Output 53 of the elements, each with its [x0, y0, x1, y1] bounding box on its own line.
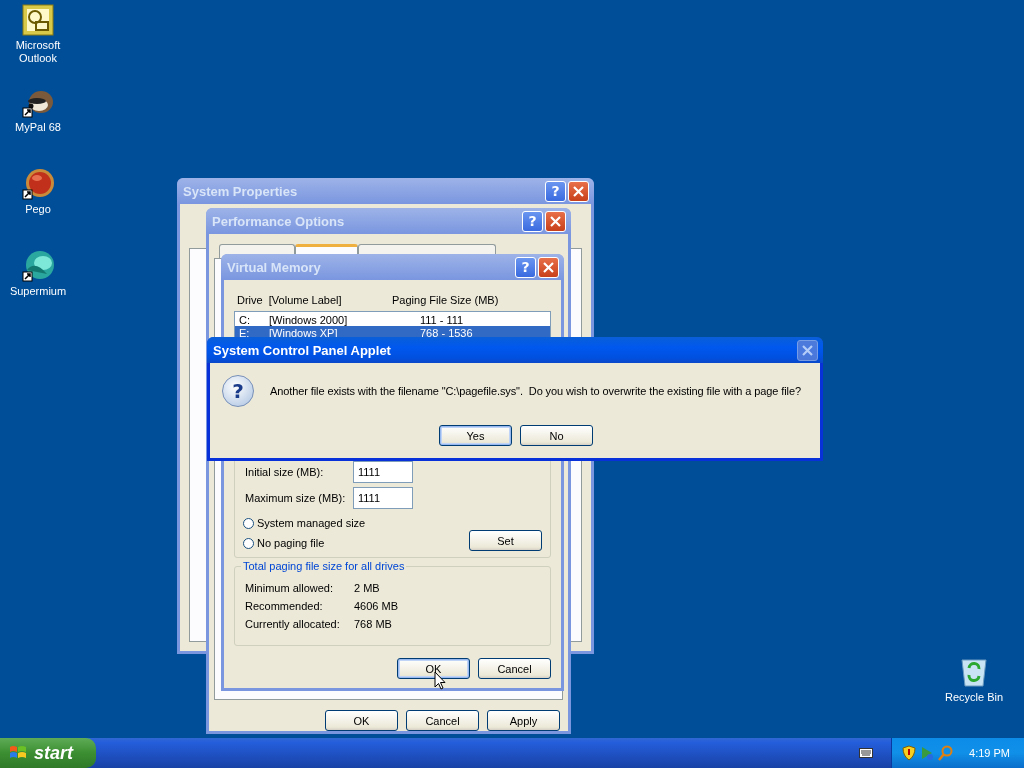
dialog-button[interactable]: OK [325, 710, 398, 731]
desktop-icon-label[interactable]: Recycle Bin [939, 691, 1009, 704]
dialog-button[interactable]: OK [397, 658, 470, 679]
info-label: Recommended: [245, 600, 324, 612]
info-value: 4606 MB [354, 600, 399, 612]
start-button[interactable]: start [0, 738, 96, 768]
desktop-icon-label[interactable]: MyPal 68 [3, 121, 73, 134]
column-header: Drive [Volume Label] [237, 294, 343, 306]
window-title: Virtual Memory [227, 259, 322, 275]
drive-row[interactable]: C: [Windows 2000] 111 - 111 [235, 313, 550, 326]
orb-icon[interactable] [21, 168, 55, 200]
desktop-icon-label[interactable]: Supermium [3, 285, 73, 298]
question-icon: ? [222, 375, 254, 407]
help-button[interactable]: ? [522, 210, 543, 232]
radio-label[interactable]: System managed size [257, 517, 366, 529]
clock: 4:19 PM [969, 747, 1010, 759]
info-label: Minimum allowed: [245, 582, 335, 594]
radio-button[interactable] [243, 517, 254, 529]
info-label: Currently allocated: [245, 618, 341, 630]
info-value: 768 MB [354, 618, 392, 630]
pointer-icon [434, 671, 446, 690]
radio-button[interactable] [243, 537, 254, 549]
radio-label[interactable]: No paging file [257, 537, 325, 549]
window-title: Performance Options [212, 213, 346, 229]
desktop-icon-label[interactable]: Microsoft Outlook [3, 39, 73, 65]
recycle-bin-icon[interactable] [958, 656, 990, 688]
field-label: Maximum size (MB): [245, 492, 347, 504]
close-icon [802, 344, 813, 356]
group-title: Total paging file size for all drives [241, 560, 407, 572]
keyboard-icon[interactable] [859, 748, 874, 758]
calendar-mail-icon[interactable] [22, 4, 54, 36]
help-button[interactable]: ? [545, 180, 566, 202]
field-label: Initial size (MB): [245, 466, 325, 478]
shield-icon[interactable] [902, 745, 917, 761]
dialog-button[interactable]: Apply [487, 710, 560, 731]
window-title: System Control Panel Applet [213, 342, 392, 358]
globe-icon[interactable] [21, 250, 55, 282]
window-title: System Properties [183, 183, 299, 199]
message-text: Another file exists with the filename "C:\pagefile.sys". Do you wish to overwrite the existing file with a page file? [270, 385, 801, 397]
input-field[interactable]: 1111 [353, 461, 413, 483]
info-value: 2 MB [354, 582, 380, 594]
close-icon [573, 185, 584, 197]
dialog-button[interactable]: Yes [439, 425, 512, 446]
set-button[interactable]: Set [469, 530, 542, 551]
help-button[interactable]: ? [515, 256, 536, 278]
desktop-icon-label[interactable]: Pego [3, 203, 73, 216]
column-header: Paging File Size (MB) [392, 294, 499, 306]
close-icon [543, 261, 554, 273]
dialog-button[interactable]: Cancel [478, 658, 551, 679]
close-icon [550, 215, 561, 227]
dialog-button[interactable]: No [520, 425, 593, 446]
dialog-button[interactable]: Cancel [406, 710, 479, 731]
input-field[interactable]: 1111 [353, 487, 413, 509]
